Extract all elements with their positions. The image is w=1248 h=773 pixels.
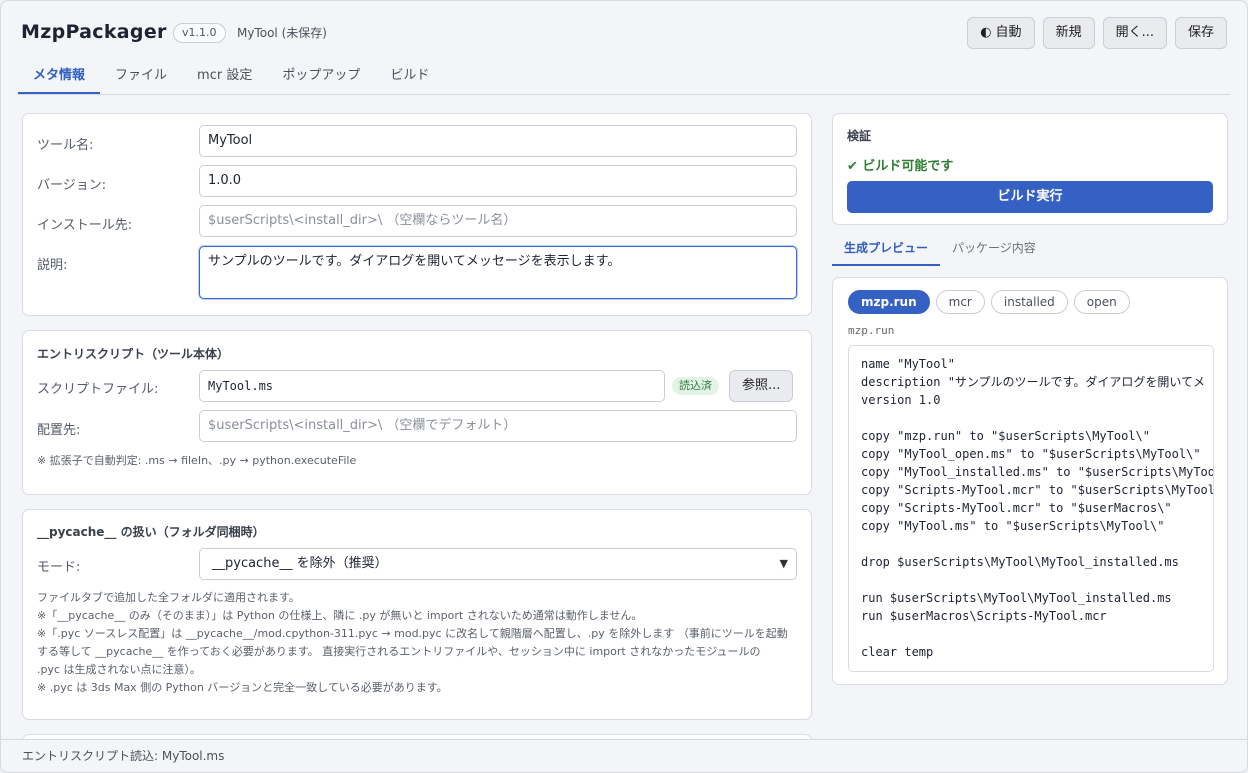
code-line: description "サンプルのツールです。ダイアログを開いてメ — [861, 375, 1206, 389]
mode-select-value: __pycache__ を除外（推奨） — [212, 556, 388, 571]
code-line: copy "mzp.run" to "$userScripts\MyTool\" — [861, 429, 1150, 443]
entry-script-card: エントリスクリプト（ツール本体） スクリプトファイル: MyTool.ms 読込… — [22, 330, 812, 495]
header: MzpPackager v1.1.0 MyTool (未保存) ◐ 自動 新規 開… — [21, 17, 1227, 51]
new-button[interactable]: 新規 — [1042, 17, 1095, 49]
install-dir-label: インストール先: — [37, 218, 133, 233]
code-line: run $userMacros\Scripts-MyTool.mcr — [861, 609, 1107, 623]
pycache-title: __pycache__ の扱い（フォルダ同梱時） — [37, 525, 265, 539]
mode-select[interactable]: __pycache__ を除外（推奨） ▼ — [199, 548, 797, 580]
mode-label: モード: — [37, 560, 81, 575]
save-button[interactable]: 保存 — [1174, 17, 1227, 49]
meta-card: ツール名: MyTool バージョン: 1.0.0 インストール先: $user… — [22, 113, 812, 316]
pycache-note-3: ※「.pyc ソースレス配置」は __pycache__/mod.cpython… — [37, 627, 788, 640]
app-window: MzpPackager v1.1.0 MyTool (未保存) ◐ 自動 新規 開… — [0, 0, 1248, 773]
tab-build[interactable]: ビルド — [375, 59, 444, 94]
app-title: MzpPackager — [21, 21, 167, 43]
description-label: 説明: — [37, 258, 68, 273]
description-textarea[interactable]: サンプルのツールです。ダイアログを開いてメッセージを表示します。 — [199, 246, 797, 299]
tab-popup[interactable]: ポップアップ — [267, 59, 375, 94]
entry-script-title: エントリスクリプト（ツール本体） — [37, 347, 230, 361]
build-ok-status: ✔ ビルド可能です — [847, 159, 954, 174]
code-line: name "MyTool" — [861, 357, 955, 371]
half-circle-icon: ◐ — [980, 25, 992, 40]
script-file-label: スクリプトファイル: — [37, 382, 159, 397]
preview-card: mzp.run mcr installed open mzp.run name … — [832, 277, 1228, 685]
pycache-note-4: する等して __pycache__ を作っておく必要があります。 直接実行される… — [37, 645, 761, 658]
preview-tabs: 生成プレビュー パッケージ内容 — [832, 235, 1227, 266]
code-line: version 1.0 — [861, 393, 941, 407]
code-preview[interactable]: name "MyTool" description "サンプルのツールです。ダイ… — [848, 345, 1214, 672]
loaded-badge: 読込済 — [672, 377, 719, 395]
code-line: copy "MyTool.ms" to "$userScripts\MyTool… — [861, 519, 1165, 533]
validation-title: 検証 — [847, 129, 872, 143]
pycache-note-5: .pyc は生成されない点に注意）。 — [37, 663, 202, 676]
version-badge: v1.1.0 — [173, 23, 226, 43]
tab-mcr[interactable]: mcr 設定 — [182, 59, 267, 94]
main-tabs: メタ情報 ファイル mcr 設定 ポップアップ ビルド — [18, 59, 1230, 95]
header-toolbar: ◐ 自動 新規 開く... 保存 — [967, 17, 1227, 49]
pill-installed[interactable]: installed — [990, 290, 1068, 314]
pycache-card: __pycache__ の扱い（フォルダ同梱時） モード: __pycache_… — [22, 509, 812, 720]
tool-name-input[interactable]: MyTool — [199, 125, 797, 157]
tool-name-label: ツール名: — [37, 138, 94, 153]
tab-package-contents[interactable]: パッケージ内容 — [940, 235, 1048, 266]
theme-label: 自動 — [995, 25, 1022, 40]
pill-mzp-run[interactable]: mzp.run — [848, 290, 930, 314]
extension-note: ※ 拡張子で自動判定: .ms → fileIn、.py → python.ex… — [37, 454, 357, 467]
code-line: run $userScripts\MyTool\MyTool_installed… — [861, 591, 1172, 605]
theme-toggle-button[interactable]: ◐ 自動 — [967, 17, 1035, 49]
code-line: copy "Scripts-MyTool.mcr" to "$userScrip… — [861, 483, 1214, 497]
document-name: MyTool (未保存) — [237, 26, 327, 40]
open-button[interactable]: 開く... — [1102, 17, 1167, 49]
pill-open[interactable]: open — [1073, 290, 1130, 314]
pycache-note-6: ※ .pyc は 3ds Max 側の Python バージョンと完全一致してい… — [37, 681, 448, 694]
pill-mcr[interactable]: mcr — [935, 290, 985, 314]
status-bar: エントリスクリプト読込: MyTool.ms — [1, 739, 1247, 772]
code-line: copy "MyTool_installed.ms" to "$userScri… — [861, 465, 1214, 479]
pycache-note-2: ※「__pycache__ のみ（そのまま）」は Python の仕様上、隣に … — [37, 609, 643, 622]
build-run-button[interactable]: ビルド実行 — [847, 181, 1213, 213]
code-line: copy "Scripts-MyTool.mcr" to "$userMacro… — [861, 501, 1172, 515]
dest-input[interactable]: $userScripts\<install_dir>\ （空欄でデフォルト） — [199, 410, 797, 442]
validation-card: 検証 ✔ ビルド可能です ビルド実行 — [832, 113, 1228, 225]
version-input[interactable]: 1.0.0 — [199, 165, 797, 197]
install-dir-input[interactable]: $userScripts\<install_dir>\ （空欄ならツール名） — [199, 205, 797, 237]
tab-generated-preview[interactable]: 生成プレビュー — [832, 235, 941, 266]
code-line: drop $userScripts\MyTool\MyTool_installe… — [861, 555, 1179, 569]
tab-files[interactable]: ファイル — [100, 59, 182, 94]
code-line: copy "MyTool_open.ms" to "$userScripts\M… — [861, 447, 1201, 461]
chevron-down-icon: ▼ — [779, 557, 788, 570]
preview-file-name: mzp.run — [848, 324, 895, 337]
code-line: clear temp — [861, 645, 934, 659]
browse-button[interactable]: 参照... — [729, 370, 794, 402]
dest-label: 配置先: — [37, 423, 81, 438]
preview-file-pills: mzp.run mcr installed open — [848, 290, 1130, 314]
pycache-note-1: ファイルタブで追加した全フォルダに適用されます。 — [37, 591, 300, 604]
version-label: バージョン: — [37, 178, 107, 193]
status-text: エントリスクリプト読込: MyTool.ms — [22, 749, 225, 763]
tab-meta[interactable]: メタ情報 — [18, 59, 101, 94]
script-file-input[interactable]: MyTool.ms — [199, 370, 665, 402]
